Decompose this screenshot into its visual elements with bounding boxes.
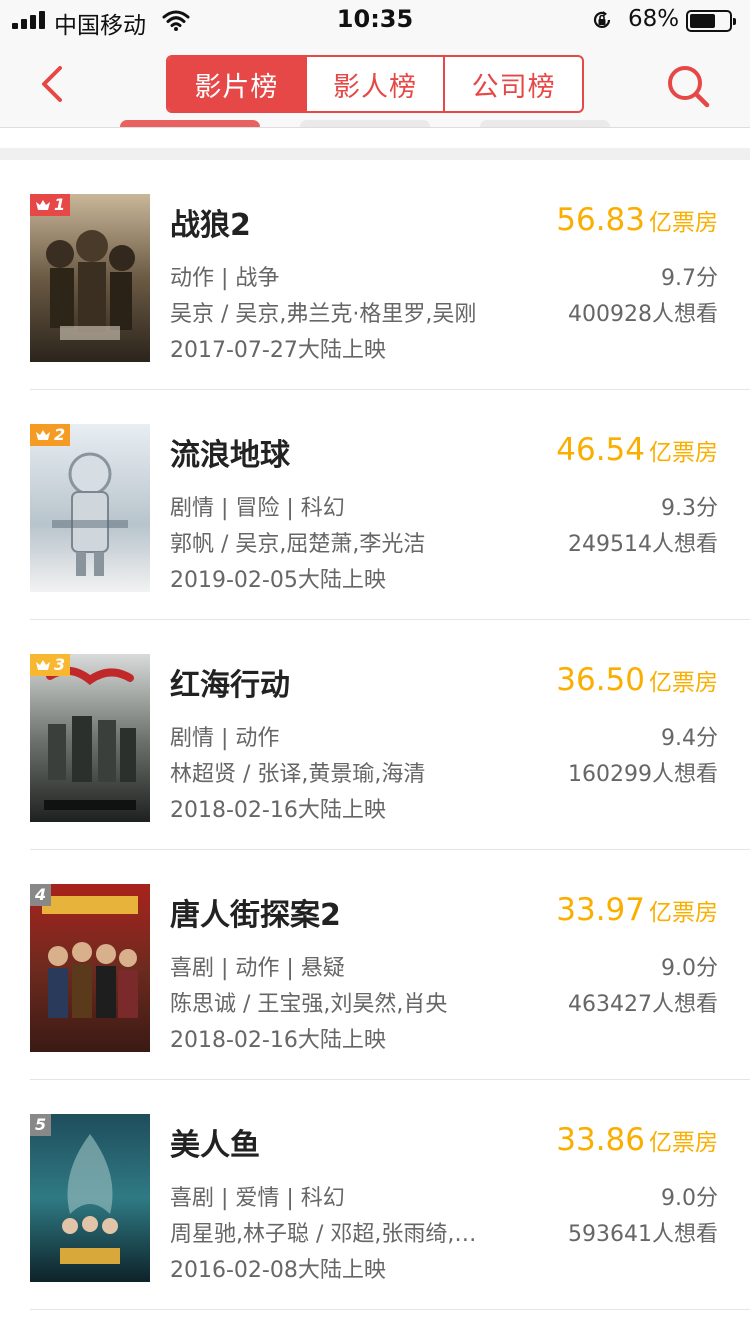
row-divider: [30, 1309, 750, 1310]
movie-categories: 喜剧 | 动作 | 悬疑: [170, 956, 345, 981]
box-office-unit: 亿票房: [649, 440, 718, 466]
tab-companies[interactable]: 公司榜: [445, 57, 582, 111]
section-separator: [0, 148, 750, 160]
box-office-unit: 亿票房: [649, 670, 718, 696]
release-date: 2018-02-16大陆上映: [170, 798, 386, 823]
movie-categories: 剧情 | 动作: [170, 726, 280, 751]
movie-row[interactable]: 5 美人鱼 喜剧 | 爱情 | 科幻 周星驰,林子聪 / 邓超,张雨绮,… 20…: [0, 1080, 750, 1310]
movie-title[interactable]: 唐人街探案2: [170, 890, 341, 934]
box-office-unit: 亿票房: [649, 900, 718, 926]
movie-score: 9.0分: [661, 956, 718, 981]
movie-poster[interactable]: 3: [30, 654, 150, 822]
movie-cast: 周星驰,林子聪 / 邓超,张雨绮,…: [170, 1222, 477, 1247]
movie-categories: 喜剧 | 爱情 | 科幻: [170, 1186, 345, 1211]
movie-row[interactable]: 3 红海行动 剧情 | 动作 林超贤 / 张译,黄景瑜,海清 2018-02-1…: [0, 620, 750, 850]
release-date: 2019-02-05大陆上映: [170, 568, 386, 593]
filter-chip-active[interactable]: [120, 120, 260, 127]
filter-chip[interactable]: [480, 120, 610, 127]
back-button[interactable]: [32, 62, 72, 106]
rotation-lock-icon: [593, 11, 611, 29]
movie-poster[interactable]: 5: [30, 1114, 150, 1282]
movie-categories: 剧情 | 冒险 | 科幻: [170, 496, 345, 521]
movie-score: 9.7分: [661, 266, 718, 291]
movie-row[interactable]: 1 战狼2 动作 | 战争 吴京 / 吴京,弗兰克·格里罗,吴刚 2017-07…: [0, 160, 750, 390]
movie-title[interactable]: 红海行动: [170, 660, 290, 704]
movie-row[interactable]: 2 流浪地球 剧情 | 冒险 | 科幻 郭帆 / 吴京,屈楚萧,李光洁 2019…: [0, 390, 750, 620]
movie-list: 1 战狼2 动作 | 战争 吴京 / 吴京,弗兰克·格里罗,吴刚 2017-07…: [0, 160, 750, 1310]
movie-categories: 动作 | 战争: [170, 266, 280, 291]
movie-poster[interactable]: 4: [30, 884, 150, 1052]
box-office-value: 46.54: [556, 432, 645, 468]
box-office-value: 56.83: [556, 202, 645, 238]
movie-score: 9.0分: [661, 1186, 718, 1211]
box-office: 33.86 亿票房: [556, 1122, 718, 1158]
movie-title[interactable]: 流浪地球: [170, 430, 290, 474]
release-date: 2017-07-27大陆上映: [170, 338, 386, 363]
movie-cast: 吴京 / 吴京,弗兰克·格里罗,吴刚: [170, 302, 477, 327]
status-bar: 中国移动 10:35 68%: [0, 0, 750, 40]
box-office-unit: 亿票房: [649, 210, 718, 236]
box-office: 36.50 亿票房: [556, 662, 718, 698]
movie-cast: 郭帆 / 吴京,屈楚萧,李光洁: [170, 532, 426, 557]
box-office: 46.54 亿票房: [556, 432, 718, 468]
box-office: 56.83 亿票房: [556, 202, 718, 238]
movie-poster[interactable]: 2: [30, 424, 150, 592]
rank-badge: 3: [30, 654, 71, 676]
crown-icon: [36, 430, 50, 440]
box-office-value: 36.50: [556, 662, 645, 698]
tab-movies[interactable]: 影片榜: [168, 57, 307, 111]
filter-chip[interactable]: [300, 120, 430, 127]
crown-icon: [36, 200, 50, 210]
box-office: 33.97 亿票房: [556, 892, 718, 928]
rank-badge: 1: [30, 194, 71, 216]
wish-count: 249514人想看: [568, 532, 718, 557]
movie-cast: 林超贤 / 张译,黄景瑜,海清: [170, 762, 426, 787]
search-icon[interactable]: [664, 62, 712, 110]
movie-title[interactable]: 战狼2: [170, 200, 251, 244]
rank-badge: 5: [30, 1114, 52, 1136]
release-date: 2016-02-08大陆上映: [170, 1258, 386, 1283]
movie-cast: 陈思诚 / 王宝强,刘昊然,肖央: [170, 992, 448, 1017]
battery-icon: [686, 10, 736, 32]
crown-icon: [36, 660, 50, 670]
rank-badge: 4: [30, 884, 52, 906]
ranking-tabs: 影片榜 影人榜 公司榜: [166, 55, 584, 113]
wish-count: 400928人想看: [568, 302, 718, 327]
release-date: 2018-02-16大陆上映: [170, 1028, 386, 1053]
rank-badge: 2: [30, 424, 71, 446]
tab-people[interactable]: 影人榜: [307, 57, 446, 111]
box-office-unit: 亿票房: [649, 1130, 718, 1156]
nav-bar: 影片榜 影人榜 公司榜: [0, 40, 750, 128]
wish-count: 463427人想看: [568, 992, 718, 1017]
movie-row[interactable]: 4 唐人街探案2 喜剧 | 动作 | 悬疑 陈思诚 / 王宝强,刘昊然,肖央 2…: [0, 850, 750, 1080]
movie-title[interactable]: 美人鱼: [170, 1120, 260, 1164]
battery-percent: 68%: [628, 6, 680, 32]
box-office-value: 33.86: [556, 1122, 645, 1158]
movie-score: 9.4分: [661, 726, 718, 751]
wish-count: 160299人想看: [568, 762, 718, 787]
movie-poster[interactable]: 1: [30, 194, 150, 362]
wish-count: 593641人想看: [568, 1222, 718, 1247]
box-office-value: 33.97: [556, 892, 645, 928]
movie-score: 9.3分: [661, 496, 718, 521]
